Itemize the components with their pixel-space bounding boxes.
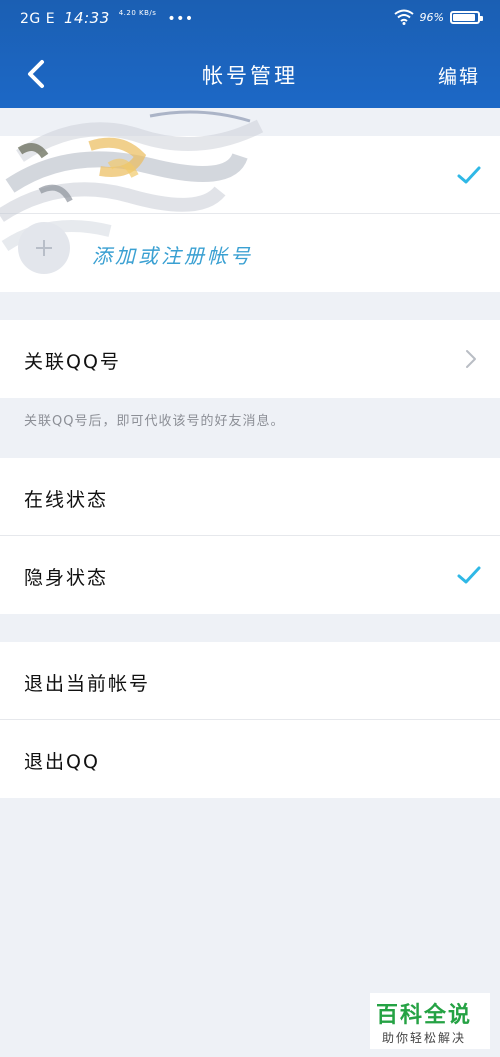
add-account-plus-icon[interactable] <box>18 222 70 274</box>
logout-current-row[interactable]: 退出当前帐号 <box>0 642 500 720</box>
logout-qq-row[interactable]: 退出QQ <box>0 720 500 798</box>
logout-section: 退出当前帐号 退出QQ <box>0 642 500 798</box>
watermark-logo: 百科全说 助你轻松解决 <box>370 993 490 1049</box>
online-status-row[interactable]: 在线状态 <box>0 458 500 536</box>
watermark-subtitle: 助你轻松解决 <box>382 1031 467 1045</box>
online-status-label: 在线状态 <box>24 489 109 511</box>
battery-percent: 96% <box>419 10 444 24</box>
linked-qq-row[interactable]: 关联QQ号 <box>0 320 500 398</box>
add-account-label[interactable]: 添加或注册帐号 <box>92 240 253 269</box>
app-header: 2G E 14:33 4.20 KB/s ••• 96% 帐号管理 编辑 <box>0 0 500 108</box>
status-right: 96% <box>393 9 483 25</box>
more-notifications-icon: ••• <box>167 11 194 27</box>
page-title: 帐号管理 <box>202 64 298 88</box>
chevron-right-icon <box>466 350 476 368</box>
edit-button[interactable]: 编辑 <box>438 62 480 89</box>
linked-qq-hint: 关联QQ号后，即可代收该号的好友消息。 <box>24 414 285 429</box>
linked-qq-section: 关联QQ号 <box>0 320 500 398</box>
status-left: 2G E 14:33 4.20 KB/s ••• <box>20 9 194 27</box>
logout-current-label: 退出当前帐号 <box>24 673 151 695</box>
network-indicator: 2G E <box>20 11 56 27</box>
battery-icon <box>450 10 483 24</box>
logout-qq-label: 退出QQ <box>24 751 100 773</box>
invisible-status-label: 隐身状态 <box>24 567 109 589</box>
navigation-bar: 帐号管理 编辑 <box>0 46 500 102</box>
linked-qq-label: 关联QQ号 <box>24 351 121 373</box>
clock: 14:33 <box>64 9 110 27</box>
watermark-title: 百科全说 <box>376 1003 473 1028</box>
checkmark-icon <box>457 566 481 584</box>
status-section: 在线状态 隐身状态 <box>0 458 500 614</box>
status-bar: 2G E 14:33 4.20 KB/s ••• 96% <box>0 0 500 38</box>
network-speed: 4.20 KB/s <box>118 9 157 17</box>
wifi-icon <box>393 9 414 25</box>
checkmark-icon <box>457 166 481 184</box>
invisible-status-row[interactable]: 隐身状态 <box>0 536 500 614</box>
